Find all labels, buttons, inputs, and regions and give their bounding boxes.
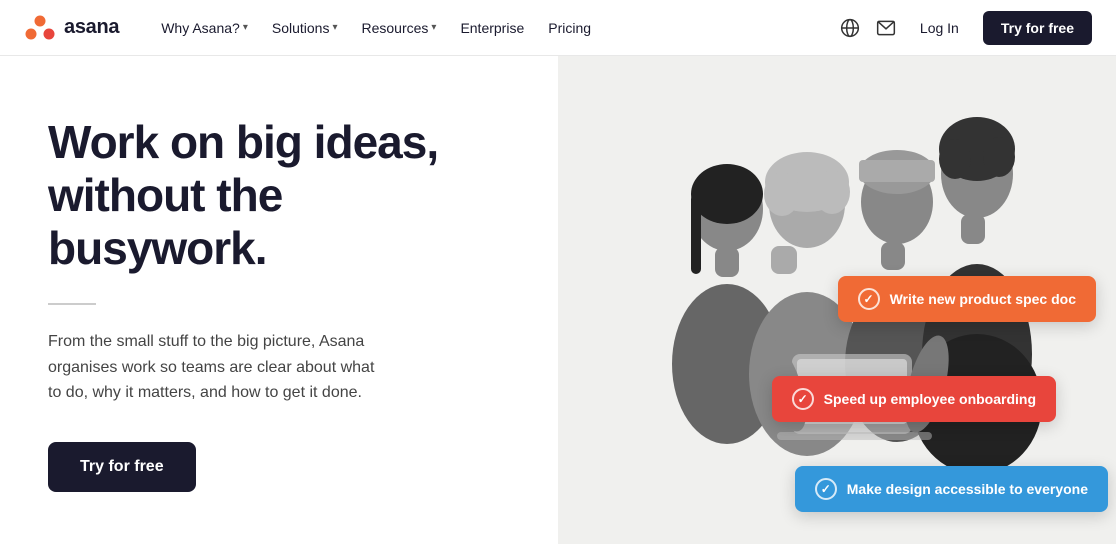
hero-divider xyxy=(48,303,96,305)
task-chip-2: ✓ Speed up employee onboarding xyxy=(772,376,1056,422)
nav-try-free-button[interactable]: Try for free xyxy=(983,11,1092,45)
check-icon: ✓ xyxy=(815,478,837,500)
logo[interactable]: asana xyxy=(24,12,119,44)
nav-links: Why Asana? ▾ Solutions ▾ Resources ▾ Ent… xyxy=(151,14,840,42)
main-content: Work on big ideas, without the busywork.… xyxy=(0,56,1116,544)
navbar: asana Why Asana? ▾ Solutions ▾ Resources… xyxy=(0,0,1116,56)
task-chip-1: ✓ Write new product spec doc xyxy=(838,276,1096,322)
hero-description: From the small stuff to the big picture,… xyxy=(48,329,388,406)
nav-why-asana[interactable]: Why Asana? ▾ xyxy=(151,14,258,42)
chevron-down-icon: ▾ xyxy=(243,22,248,33)
nav-enterprise[interactable]: Enterprise xyxy=(450,14,534,42)
mail-icon xyxy=(876,18,896,38)
nav-solutions[interactable]: Solutions ▾ xyxy=(262,14,348,42)
nav-right: Log In Try for free xyxy=(840,11,1092,45)
logo-icon xyxy=(24,12,56,44)
nav-resources[interactable]: Resources ▾ xyxy=(351,14,446,42)
login-link[interactable]: Log In xyxy=(912,14,967,42)
mail-icon-button[interactable] xyxy=(876,18,896,38)
hero-left-panel: Work on big ideas, without the busywork.… xyxy=(0,56,558,544)
check-icon: ✓ xyxy=(792,388,814,410)
task-chip-3: ✓ Make design accessible to everyone xyxy=(795,466,1108,512)
check-icon: ✓ xyxy=(858,288,880,310)
globe-icon xyxy=(840,18,860,38)
logo-text: asana xyxy=(64,16,119,39)
hero-right-panel: ✓ Write new product spec doc ✓ Speed up … xyxy=(558,56,1116,544)
nav-pricing[interactable]: Pricing xyxy=(538,14,601,42)
hero-try-free-button[interactable]: Try for free xyxy=(48,442,196,492)
hero-title: Work on big ideas, without the busywork. xyxy=(48,116,510,275)
chevron-down-icon: ▾ xyxy=(431,22,436,33)
chevron-down-icon: ▾ xyxy=(332,22,337,33)
globe-icon-button[interactable] xyxy=(840,18,860,38)
